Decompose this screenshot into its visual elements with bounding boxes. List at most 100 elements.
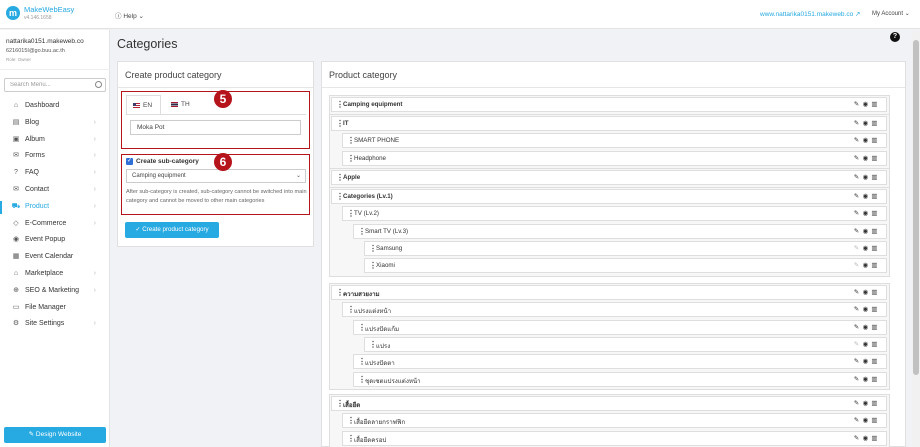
eye-icon[interactable]: ◉ bbox=[862, 434, 871, 442]
edit-icon[interactable]: ✎ bbox=[853, 375, 862, 383]
eye-icon[interactable]: ◉ bbox=[862, 288, 871, 296]
category-row[interactable]: ⋮ ความสวยงาม ✎◉▥ bbox=[331, 285, 887, 300]
trash-icon[interactable]: ▥ bbox=[871, 209, 880, 217]
eye-icon[interactable]: ◉ bbox=[862, 375, 871, 383]
trash-icon[interactable]: ▥ bbox=[871, 244, 880, 252]
edit-icon[interactable]: ✎ bbox=[853, 192, 862, 200]
eye-icon[interactable]: ◉ bbox=[862, 209, 871, 217]
sub-category-row[interactable]: ⋮ Samsung ✎◉▥ bbox=[364, 240, 887, 256]
edit-icon[interactable]: ✎ bbox=[853, 399, 862, 407]
eye-icon[interactable]: ◉ bbox=[862, 323, 871, 331]
trash-icon[interactable]: ▥ bbox=[871, 288, 880, 296]
eye-icon[interactable]: ◉ bbox=[862, 416, 871, 424]
sidebar-item-contact[interactable]: ✉ Contact › bbox=[0, 182, 110, 199]
question-icon[interactable]: ? bbox=[890, 32, 900, 42]
edit-icon[interactable]: ✎ bbox=[853, 340, 862, 348]
sub-category-row[interactable]: ⋮ ชุดเซตแปรงแต่งหน้า ✎◉▥ bbox=[353, 371, 887, 387]
trash-icon[interactable]: ▥ bbox=[871, 192, 880, 200]
trash-icon[interactable]: ▥ bbox=[871, 357, 880, 365]
edit-icon[interactable]: ✎ bbox=[853, 173, 862, 181]
eye-icon[interactable]: ◉ bbox=[862, 136, 871, 144]
eye-icon[interactable]: ◉ bbox=[862, 227, 871, 235]
category-row[interactable]: ⋮ Camping equipment ✎◉▥ bbox=[331, 97, 887, 112]
category-name-input[interactable] bbox=[130, 120, 301, 135]
sub-category-row[interactable]: ⋮ แปรงปัดตา ✎◉▥ bbox=[353, 354, 887, 370]
edit-icon[interactable]: ✎ bbox=[853, 244, 862, 252]
eye-icon[interactable]: ◉ bbox=[862, 244, 871, 252]
sub-category-checkbox[interactable]: ✓ bbox=[126, 158, 133, 165]
sidebar-item-dashboard[interactable]: ⌂ Dashboard bbox=[0, 98, 110, 115]
sidebar-item-file-manager[interactable]: ▭ File Manager bbox=[0, 300, 110, 317]
site-url-link[interactable]: www.nattarika0151.makeweb.co ↗ bbox=[760, 10, 860, 18]
makeweb-logo-icon[interactable]: m bbox=[6, 6, 20, 20]
sub-category-row[interactable]: ⋮ แปรงแต่งหน้า ✎◉▥ bbox=[342, 302, 887, 318]
eye-icon[interactable]: ◉ bbox=[862, 173, 871, 181]
sub-category-row[interactable]: ⋮ TV (Lv.2) ✎◉▥ bbox=[342, 206, 887, 222]
sub-category-checkbox-label[interactable]: Create sub-category bbox=[136, 158, 199, 165]
trash-icon[interactable]: ▥ bbox=[871, 416, 880, 424]
sub-category-row[interactable]: ⋮ แปรง ✎◉▥ bbox=[364, 336, 887, 352]
edit-icon[interactable]: ✎ bbox=[853, 261, 862, 269]
sub-category-row[interactable]: ⋮ SMART PHONE ✎◉▥ bbox=[342, 133, 887, 149]
scrollbar[interactable] bbox=[912, 30, 920, 447]
eye-icon[interactable]: ◉ bbox=[862, 192, 871, 200]
category-row[interactable]: ⋮ IT ✎◉▥ bbox=[331, 116, 887, 131]
sidebar-item-album[interactable]: ▣ Album › bbox=[0, 132, 110, 149]
trash-icon[interactable]: ▥ bbox=[871, 399, 880, 407]
edit-icon[interactable]: ✎ bbox=[853, 227, 862, 235]
edit-icon[interactable]: ✎ bbox=[853, 154, 862, 162]
sub-category-row[interactable]: ⋮ เสื้อยืดลายกราฟฟิก ✎◉▥ bbox=[342, 413, 887, 429]
create-category-button[interactable]: ✓ Create product category bbox=[125, 222, 219, 238]
eye-icon[interactable]: ◉ bbox=[862, 357, 871, 365]
eye-icon[interactable]: ◉ bbox=[862, 261, 871, 269]
sub-category-row[interactable]: ⋮ Xiaomi ✎◉▥ bbox=[364, 258, 887, 274]
edit-icon[interactable]: ✎ bbox=[853, 416, 862, 424]
edit-icon[interactable]: ✎ bbox=[853, 357, 862, 365]
eye-icon[interactable]: ◉ bbox=[862, 340, 871, 348]
edit-icon[interactable]: ✎ bbox=[853, 209, 862, 217]
eye-icon[interactable]: ◉ bbox=[862, 100, 871, 108]
sidebar-item-forms[interactable]: ✉ Forms › bbox=[0, 148, 110, 165]
sub-category-row[interactable]: ⋮ เสื้อยืดครอป ✎◉▥ bbox=[342, 430, 887, 446]
eye-icon[interactable]: ◉ bbox=[862, 305, 871, 313]
trash-icon[interactable]: ▥ bbox=[871, 323, 880, 331]
tab-en[interactable]: EN bbox=[126, 95, 161, 115]
category-row[interactable]: ⋮ Apple ✎◉▥ bbox=[331, 170, 887, 185]
trash-icon[interactable]: ▥ bbox=[871, 227, 880, 235]
sidebar-item-event-calendar[interactable]: ▦ Event Calendar bbox=[0, 249, 110, 266]
trash-icon[interactable]: ▥ bbox=[871, 100, 880, 108]
trash-icon[interactable]: ▥ bbox=[871, 434, 880, 442]
sidebar-item-product[interactable]: ⛟ Product › bbox=[0, 199, 110, 216]
trash-icon[interactable]: ▥ bbox=[871, 305, 880, 313]
edit-icon[interactable]: ✎ bbox=[853, 323, 862, 331]
sidebar-item-marketplace[interactable]: ⌂ Marketplace › bbox=[0, 266, 110, 283]
eye-icon[interactable]: ◉ bbox=[862, 119, 871, 127]
category-row[interactable]: ⋮ Categories (Lv.1) ✎◉▥ bbox=[331, 189, 887, 204]
sub-category-row[interactable]: ⋮ Smart TV (Lv.3) ✎◉▥ bbox=[353, 223, 887, 239]
edit-icon[interactable]: ✎ bbox=[853, 434, 862, 442]
edit-icon[interactable]: ✎ bbox=[853, 100, 862, 108]
edit-icon[interactable]: ✎ bbox=[853, 288, 862, 296]
trash-icon[interactable]: ▥ bbox=[871, 154, 880, 162]
sidebar-item-site-settings[interactable]: ⚙ Site Settings › bbox=[0, 316, 110, 333]
eye-icon[interactable]: ◉ bbox=[862, 399, 871, 407]
sidebar-item-seo-marketing[interactable]: ⊕ SEO & Marketing › bbox=[0, 283, 110, 300]
trash-icon[interactable]: ▥ bbox=[871, 261, 880, 269]
trash-icon[interactable]: ▥ bbox=[871, 173, 880, 181]
sub-category-row[interactable]: ⋮ แปรงปัดแก้ม ✎◉▥ bbox=[353, 319, 887, 335]
design-website-button[interactable]: ✎ Design Website bbox=[4, 427, 106, 443]
sidebar-item-e-commerce[interactable]: ◇ E-Commerce › bbox=[0, 216, 110, 233]
edit-icon[interactable]: ✎ bbox=[853, 305, 862, 313]
help-menu[interactable]: ⓘ Help ⌄ bbox=[115, 10, 144, 20]
trash-icon[interactable]: ▥ bbox=[871, 136, 880, 144]
trash-icon[interactable]: ▥ bbox=[871, 119, 880, 127]
edit-icon[interactable]: ✎ bbox=[853, 136, 862, 144]
sidebar-item-faq[interactable]: ? FAQ › bbox=[0, 165, 110, 182]
eye-icon[interactable]: ◉ bbox=[862, 154, 871, 162]
edit-icon[interactable]: ✎ bbox=[853, 119, 862, 127]
trash-icon[interactable]: ▥ bbox=[871, 375, 880, 383]
sidebar-item-blog[interactable]: ▤ Blog › bbox=[0, 115, 110, 132]
category-row[interactable]: ⋮ เสื้อยืด ✎◉▥ bbox=[331, 396, 887, 411]
sidebar-item-event-popup[interactable]: ◉ Event Popup bbox=[0, 232, 110, 249]
my-account-menu[interactable]: My Account ⌄ bbox=[872, 10, 910, 17]
